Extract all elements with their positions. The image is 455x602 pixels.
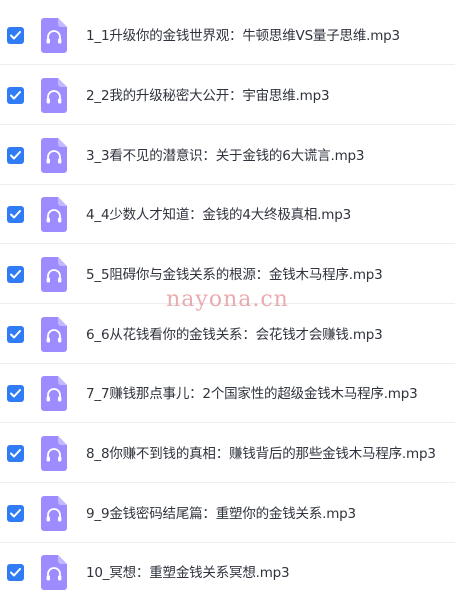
check-icon xyxy=(10,210,21,219)
file-name[interactable]: 1_1升级你的金钱世界观：牛顿思维VS量子思维.mp3 xyxy=(86,7,400,65)
checkbox-checked[interactable] xyxy=(7,564,24,581)
file-row[interactable]: 3_3看不见的潜意识：关于金钱的6大谎言.mp3 xyxy=(0,127,455,185)
file-name[interactable]: 3_3看不见的潜意识：关于金钱的6大谎言.mp3 xyxy=(86,127,365,185)
checkbox-checked[interactable] xyxy=(7,27,24,44)
file-row[interactable]: 4_4少数人才知道：金钱的4大终极真相.mp3 xyxy=(0,186,455,244)
row-divider xyxy=(0,363,455,364)
file-name[interactable]: 9_9金钱密码结尾篇：重塑你的金钱关系.mp3 xyxy=(86,485,356,543)
check-icon xyxy=(10,91,21,100)
checkbox-checked[interactable] xyxy=(7,326,24,343)
row-divider xyxy=(0,124,455,125)
row-divider xyxy=(0,64,455,65)
check-icon xyxy=(10,389,21,398)
check-icon xyxy=(10,509,21,518)
check-icon xyxy=(10,151,21,160)
checkbox-checked[interactable] xyxy=(7,87,24,104)
headphones-file-icon xyxy=(41,317,67,352)
headphones-file-icon xyxy=(41,555,67,590)
checkbox-checked[interactable] xyxy=(7,445,24,462)
row-divider xyxy=(0,184,455,185)
check-icon xyxy=(10,449,21,458)
file-name[interactable]: 7_7赚钱那点事儿：2个国家性的超级金钱木马程序.mp3 xyxy=(86,365,418,423)
row-divider xyxy=(0,542,455,543)
file-name[interactable]: 8_8你赚不到钱的真相：赚钱背后的那些金钱木马程序.mp3 xyxy=(86,425,436,483)
file-row[interactable]: 8_8你赚不到钱的真相：赚钱背后的那些金钱木马程序.mp3 xyxy=(0,425,455,483)
checkbox-checked[interactable] xyxy=(7,266,24,283)
file-name[interactable]: 6_6从花钱看你的金钱关系：会花钱才会赚钱.mp3 xyxy=(86,306,383,364)
headphones-file-icon xyxy=(41,138,67,173)
checkbox-checked[interactable] xyxy=(7,147,24,164)
checkbox-checked[interactable] xyxy=(7,206,24,223)
row-divider xyxy=(0,243,455,244)
check-icon xyxy=(10,330,21,339)
headphones-file-icon xyxy=(41,197,67,232)
headphones-file-icon xyxy=(41,78,67,113)
file-row[interactable]: 6_6从花钱看你的金钱关系：会花钱才会赚钱.mp3 xyxy=(0,306,455,364)
headphones-file-icon xyxy=(41,496,67,531)
watermark: nayona.cn xyxy=(166,287,289,312)
checkbox-checked[interactable] xyxy=(7,505,24,522)
headphones-file-icon xyxy=(41,18,67,53)
file-row[interactable]: 2_2我的升级秘密大公开：宇宙思维.mp3 xyxy=(0,67,455,125)
row-divider xyxy=(0,482,455,483)
check-icon xyxy=(10,270,21,279)
row-divider xyxy=(0,422,455,423)
file-name[interactable]: 10_冥想：重塑金钱关系冥想.mp3 xyxy=(86,544,290,602)
file-row[interactable]: 9_9金钱密码结尾篇：重塑你的金钱关系.mp3 xyxy=(0,485,455,543)
headphones-file-icon xyxy=(41,436,67,471)
headphones-file-icon xyxy=(41,376,67,411)
check-icon xyxy=(10,31,21,40)
file-row[interactable]: 7_7赚钱那点事儿：2个国家性的超级金钱木马程序.mp3 xyxy=(0,365,455,423)
file-name[interactable]: 4_4少数人才知道：金钱的4大终极真相.mp3 xyxy=(86,186,351,244)
checkbox-checked[interactable] xyxy=(7,385,24,402)
file-name[interactable]: 2_2我的升级秘密大公开：宇宙思维.mp3 xyxy=(86,67,330,125)
check-icon xyxy=(10,568,21,577)
file-row[interactable]: 1_1升级你的金钱世界观：牛顿思维VS量子思维.mp3 xyxy=(0,7,455,65)
file-row[interactable]: 10_冥想：重塑金钱关系冥想.mp3 xyxy=(0,544,455,602)
